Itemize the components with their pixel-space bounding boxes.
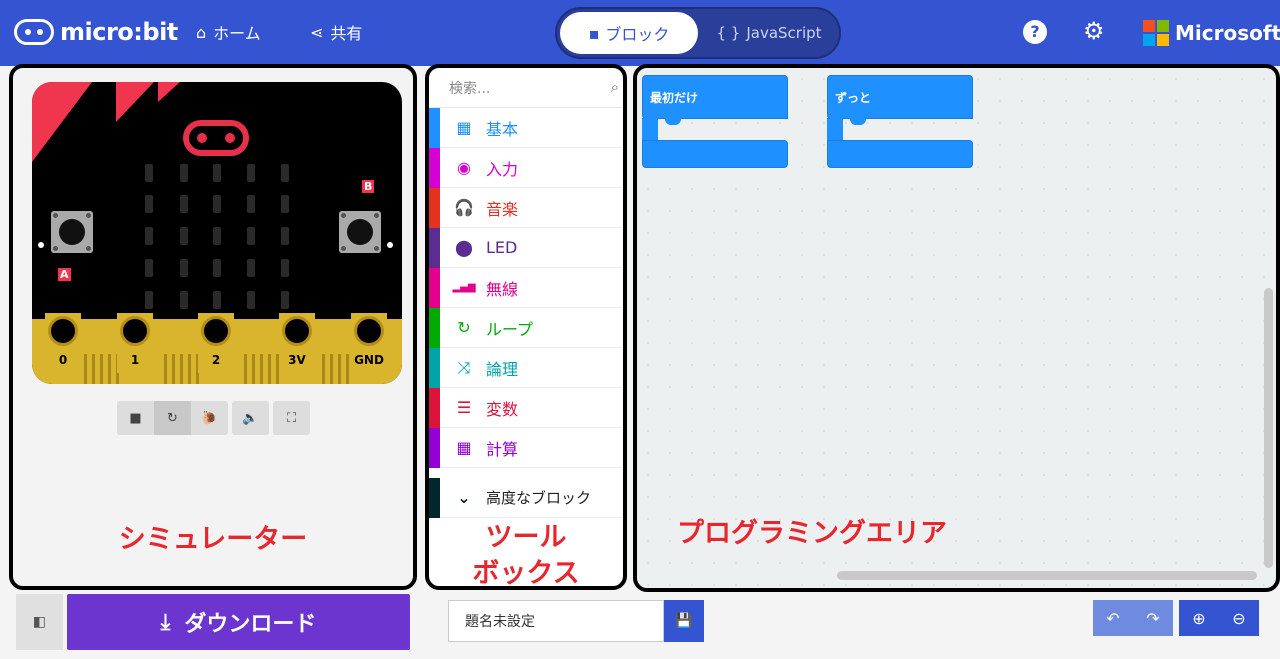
- forever-label: ずっと: [835, 91, 872, 105]
- simulator-panel: A B 0 1 2 3V GND ■ ↻ 🐌 🔈 ⛶ シミュレーター: [9, 64, 417, 590]
- save-icon: 💾: [675, 613, 693, 629]
- zoom-in-icon: ⊕: [1192, 608, 1206, 628]
- javascript-mode-button[interactable]: { } JavaScript: [700, 12, 838, 54]
- blocks-mode-button[interactable]: ▪ ブロック: [560, 12, 698, 54]
- save-button[interactable]: 💾: [664, 600, 704, 642]
- download-button[interactable]: ⤓ ダウンロード: [67, 594, 410, 650]
- programming-workspace[interactable]: 最初だけ ずっと プログラミングエリア: [633, 64, 1280, 592]
- target-icon: ◉: [457, 158, 471, 177]
- category-led[interactable]: ⬤ LED: [429, 227, 623, 268]
- stop-icon[interactable]: ■: [117, 401, 154, 435]
- microsoft-logo[interactable]: Microsoft: [1143, 20, 1280, 46]
- logo-text: micro:bit: [60, 18, 178, 46]
- toolbox-annotation: ツール ボックス: [472, 522, 580, 589]
- on-start-label: 最初だけ: [650, 91, 699, 105]
- fullscreen-icon[interactable]: ⛶: [273, 401, 310, 435]
- button-a-label: A: [58, 268, 71, 281]
- chevron-down-icon: ⌄: [457, 488, 471, 507]
- editor-mode-toggle: ▪ ブロック { } JavaScript: [555, 7, 841, 59]
- board-corner-decoration: [32, 82, 92, 162]
- mute-icon[interactable]: 🔈: [232, 401, 269, 435]
- collapse-icon: ◧: [32, 614, 47, 630]
- microbit-board: A B 0 1 2 3V GND: [32, 82, 402, 384]
- category-variables[interactable]: ☰ 変数: [429, 387, 623, 428]
- toolbox-panel: 検索... ⌕ ▦ 基本 ◉ 入力 🎧 音楽 ⬤ LED ▂▄▆ 無線 ↻ ルー…: [425, 64, 627, 590]
- zoom-group: ⊕ ⊖: [1179, 600, 1259, 636]
- board-side-dot: [38, 242, 44, 248]
- refresh-icon: ↻: [457, 318, 471, 337]
- pin-3v: 3V: [279, 313, 315, 373]
- home-label: ホーム: [213, 24, 261, 43]
- vertical-scrollbar[interactable]: [1264, 288, 1273, 568]
- undo-button[interactable]: ↶: [1093, 600, 1133, 636]
- top-bar: micro:bit ⌂ ホーム ⋖ 共有 ▪ ブロック { } JavaScri…: [0, 0, 1280, 66]
- share-icon: ⋖: [310, 22, 324, 42]
- redo-icon: ↷: [1146, 608, 1160, 628]
- download-icon: ⤓: [160, 609, 171, 635]
- restart-icon[interactable]: ↻: [154, 401, 191, 435]
- redo-button[interactable]: ↷: [1133, 600, 1173, 636]
- headphones-icon: 🎧: [454, 198, 474, 217]
- simulator-controls: ■ ↻ 🐌 🔈 ⛶: [117, 401, 310, 435]
- toolbox-search[interactable]: 検索... ⌕: [429, 68, 623, 108]
- undo-redo-group: ↶ ↷: [1093, 600, 1173, 636]
- category-basic[interactable]: ▦ 基本: [429, 107, 623, 148]
- list-icon: ☰: [456, 398, 472, 417]
- category-music[interactable]: 🎧 音楽: [429, 187, 623, 228]
- zoom-in-button[interactable]: ⊕: [1179, 600, 1219, 636]
- shuffle-icon: ⤨: [457, 357, 471, 377]
- search-icon[interactable]: ⌕: [611, 78, 619, 96]
- category-math[interactable]: ▦ 計算: [429, 427, 623, 468]
- microsoft-label: Microsoft: [1175, 21, 1280, 45]
- workspace-annotation: プログラミングエリア: [677, 518, 947, 549]
- category-advanced[interactable]: ⌄ 高度なブロック: [429, 477, 623, 518]
- button-a[interactable]: [51, 211, 93, 253]
- zoom-out-button[interactable]: ⊖: [1219, 600, 1259, 636]
- toggle-icon: ⬤: [455, 238, 473, 257]
- calculator-icon: ▦: [456, 438, 472, 457]
- signal-icon: ▂▄▆: [452, 282, 476, 293]
- grid-icon: ▦: [456, 118, 472, 137]
- board-corner-decoration: [116, 82, 154, 122]
- blocks-mode-label: ブロック: [605, 25, 670, 44]
- board-corner-decoration: [158, 82, 180, 102]
- pin-0[interactable]: 0: [45, 313, 81, 373]
- zoom-out-icon: ⊖: [1232, 608, 1246, 628]
- home-icon: ⌂: [196, 22, 207, 42]
- board-logo: [183, 120, 249, 156]
- category-input[interactable]: ◉ 入力: [429, 147, 623, 188]
- braces-icon: { }: [716, 24, 741, 42]
- microbit-logo-icon: [14, 19, 54, 45]
- button-b-label: B: [362, 180, 375, 193]
- puzzle-icon: ▪: [588, 23, 600, 43]
- share-button[interactable]: ⋖ 共有: [310, 20, 362, 44]
- category-radio[interactable]: ▂▄▆ 無線: [429, 267, 623, 308]
- project-name-input[interactable]: [448, 600, 664, 642]
- microbit-logo[interactable]: micro:bit: [14, 18, 178, 46]
- share-label: 共有: [330, 24, 363, 43]
- category-logic[interactable]: ⤨ 論理: [429, 347, 623, 388]
- javascript-mode-label: JavaScript: [746, 24, 822, 42]
- board-side-dot: [387, 242, 393, 248]
- slow-motion-icon[interactable]: 🐌: [191, 401, 228, 435]
- download-label: ダウンロード: [184, 612, 317, 637]
- simulator-annotation: シミュレーター: [118, 524, 308, 555]
- undo-icon: ↶: [1106, 608, 1120, 628]
- home-button[interactable]: ⌂ ホーム: [196, 20, 261, 44]
- help-icon[interactable]: ?: [1023, 20, 1047, 44]
- gear-icon[interactable]: ⚙: [1083, 17, 1105, 45]
- pin-gnd: GND: [351, 313, 387, 373]
- search-input[interactable]: 検索...: [449, 78, 490, 98]
- category-loops[interactable]: ↻ ループ: [429, 307, 623, 348]
- pin-2[interactable]: 2: [198, 313, 234, 373]
- collapse-simulator-button[interactable]: ◧: [16, 594, 63, 650]
- microsoft-grid-icon: [1143, 20, 1169, 46]
- button-b[interactable]: [339, 211, 381, 253]
- pin-1[interactable]: 1: [117, 313, 153, 373]
- horizontal-scrollbar[interactable]: [837, 571, 1257, 580]
